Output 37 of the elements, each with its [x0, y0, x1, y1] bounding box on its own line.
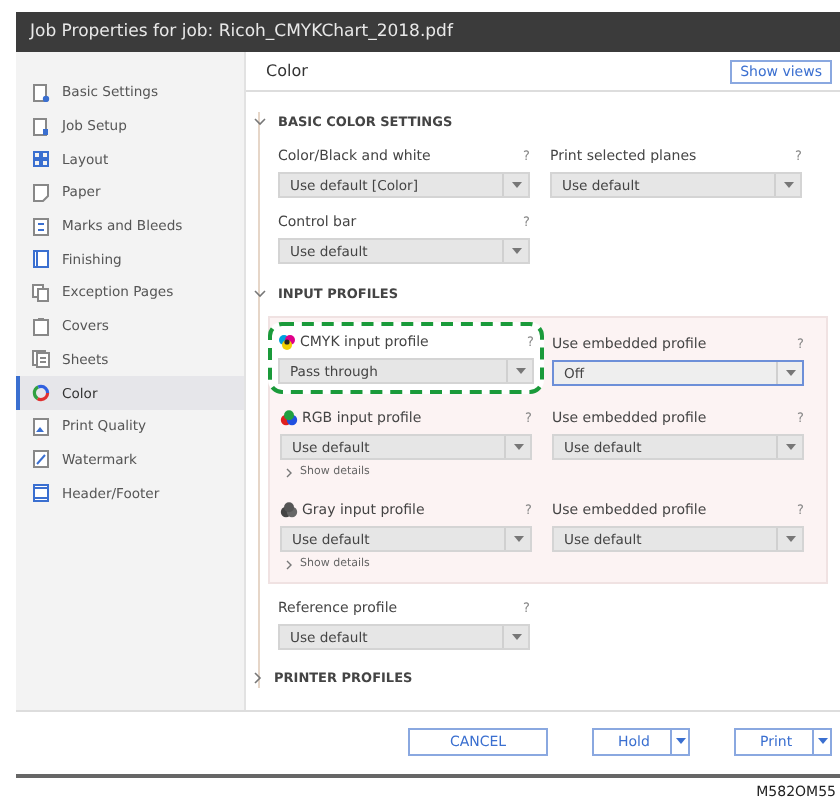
caret-icon	[785, 536, 795, 542]
document-icon	[32, 117, 50, 136]
page-icon	[32, 183, 50, 202]
caret-icon	[785, 370, 795, 376]
caret-icon	[515, 368, 525, 374]
color-dots-icon	[280, 410, 298, 426]
window-title: Job Properties for job: Ricoh_CMYKChart_2018.pdf	[16, 12, 840, 52]
dropdown-button[interactable]	[814, 727, 832, 755]
caret-icon	[675, 738, 685, 744]
grid-icon	[32, 150, 50, 169]
caret-icon	[817, 738, 827, 744]
dots-icon	[280, 502, 298, 518]
chevron-right-icon[interactable]	[254, 672, 262, 684]
page-title: Color	[266, 62, 308, 80]
marks-icon	[32, 217, 50, 236]
caret-icon	[783, 182, 793, 188]
cover-icon	[32, 317, 50, 336]
pages-icon	[32, 283, 50, 302]
chevron-icon	[286, 559, 292, 569]
sheets-icon	[32, 350, 50, 369]
pen-icon	[32, 450, 50, 469]
picture-icon	[32, 417, 50, 436]
caret-icon	[785, 444, 795, 450]
dropdown-button[interactable]	[672, 727, 690, 755]
color-dots-icon	[278, 334, 296, 350]
caret-icon	[513, 536, 523, 542]
caret-icon	[511, 248, 521, 254]
document-icon	[32, 83, 50, 102]
chevron-icon	[286, 467, 292, 477]
booklet-icon	[32, 250, 50, 269]
header-footer-icon	[32, 484, 50, 503]
caret-icon	[513, 444, 523, 450]
caret-icon	[511, 182, 521, 188]
chevron-down-icon[interactable]	[254, 290, 266, 298]
caret-icon	[511, 634, 521, 640]
color-ring-icon	[32, 384, 50, 403]
chevron-down-icon[interactable]	[254, 118, 266, 126]
